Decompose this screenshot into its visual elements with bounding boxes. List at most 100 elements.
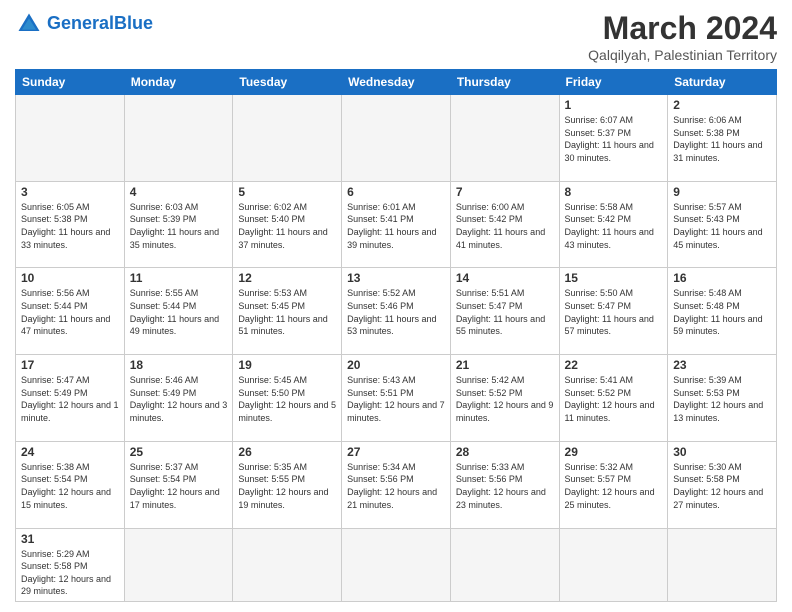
day-info: Sunrise: 6:01 AM Sunset: 5:41 PM Dayligh…: [347, 201, 445, 251]
day-number: 17: [21, 358, 119, 372]
day-number: 23: [673, 358, 771, 372]
calendar-cell: [450, 528, 559, 601]
calendar-cell: 29 Sunrise: 5:32 AM Sunset: 5:57 PM Dayli…: [559, 441, 668, 528]
calendar-cell: [668, 528, 777, 601]
calendar-cell: 26Sunrise: 5:35 AM Sunset: 5:55 PM Dayli…: [233, 441, 342, 528]
day-info: Sunrise: 5:30 AM Sunset: 5:58 PM Dayligh…: [673, 461, 771, 511]
day-number: 24: [21, 445, 119, 459]
day-number: 1: [565, 98, 663, 112]
calendar-cell: 24 Sunrise: 5:38 AM Sunset: 5:54 PM Dayli…: [16, 441, 125, 528]
day-info: Sunrise: 5:46 AM Sunset: 5:49 PM Dayligh…: [130, 374, 228, 424]
calendar-cell: 23 Sunrise: 5:39 AM Sunset: 5:53 PM Dayli…: [668, 355, 777, 442]
calendar-cell: [124, 528, 233, 601]
calendar-cell: 20 Sunrise: 5:43 AM Sunset: 5:51 PM Dayli…: [342, 355, 451, 442]
page: GeneralBlue March 2024 Qalqilyah, Palest…: [0, 0, 792, 612]
day-info: Sunrise: 5:33 AM Sunset: 5:56 PM Dayligh…: [456, 461, 554, 511]
calendar-cell: 14Sunrise: 5:51 AM Sunset: 5:47 PM Dayli…: [450, 268, 559, 355]
calendar-cell: 12Sunrise: 5:53 AM Sunset: 5:45 PM Dayli…: [233, 268, 342, 355]
col-header-saturday: Saturday: [668, 70, 777, 95]
day-info: Sunrise: 5:55 AM Sunset: 5:44 PM Dayligh…: [130, 287, 228, 337]
day-info: Sunrise: 5:34 AM Sunset: 5:56 PM Dayligh…: [347, 461, 445, 511]
day-number: 20: [347, 358, 445, 372]
day-info: Sunrise: 5:50 AM Sunset: 5:47 PM Dayligh…: [565, 287, 663, 337]
calendar-cell: 10 Sunrise: 5:56 AM Sunset: 5:44 PM Dayli…: [16, 268, 125, 355]
day-number: 9: [673, 185, 771, 199]
day-info: Sunrise: 5:48 AM Sunset: 5:48 PM Dayligh…: [673, 287, 771, 337]
day-number: 29: [565, 445, 663, 459]
day-info: Sunrise: 5:56 AM Sunset: 5:44 PM Dayligh…: [21, 287, 119, 337]
calendar-cell: 3Sunrise: 6:05 AM Sunset: 5:38 PM Daylig…: [16, 181, 125, 268]
day-info: Sunrise: 6:05 AM Sunset: 5:38 PM Dayligh…: [21, 201, 119, 251]
day-number: 27: [347, 445, 445, 459]
day-number: 26: [238, 445, 336, 459]
calendar-cell: [16, 95, 125, 182]
col-header-thursday: Thursday: [450, 70, 559, 95]
sub-title: Qalqilyah, Palestinian Territory: [588, 47, 777, 63]
logo: GeneralBlue: [15, 10, 153, 38]
calendar-table: SundayMondayTuesdayWednesdayThursdayFrid…: [15, 69, 777, 602]
day-info: Sunrise: 6:07 AM Sunset: 5:37 PM Dayligh…: [565, 114, 663, 164]
calendar-cell: 2Sunrise: 6:06 AM Sunset: 5:38 PM Daylig…: [668, 95, 777, 182]
col-header-wednesday: Wednesday: [342, 70, 451, 95]
calendar-cell: [342, 95, 451, 182]
calendar-cell: 13Sunrise: 5:52 AM Sunset: 5:46 PM Dayli…: [342, 268, 451, 355]
day-info: Sunrise: 6:02 AM Sunset: 5:40 PM Dayligh…: [238, 201, 336, 251]
day-info: Sunrise: 6:00 AM Sunset: 5:42 PM Dayligh…: [456, 201, 554, 251]
day-number: 8: [565, 185, 663, 199]
day-info: Sunrise: 5:37 AM Sunset: 5:54 PM Dayligh…: [130, 461, 228, 511]
day-info: Sunrise: 5:51 AM Sunset: 5:47 PM Dayligh…: [456, 287, 554, 337]
day-number: 16: [673, 271, 771, 285]
day-info: Sunrise: 5:38 AM Sunset: 5:54 PM Dayligh…: [21, 461, 119, 511]
day-number: 6: [347, 185, 445, 199]
calendar-cell: 7 Sunrise: 6:00 AM Sunset: 5:42 PM Daylig…: [450, 181, 559, 268]
title-block: March 2024 Qalqilyah, Palestinian Territ…: [588, 10, 777, 63]
day-info: Sunrise: 5:43 AM Sunset: 5:51 PM Dayligh…: [347, 374, 445, 424]
calendar-cell: [233, 95, 342, 182]
calendar-week-5: 31 Sunrise: 5:29 AM Sunset: 5:58 PM Dayli…: [16, 528, 777, 601]
day-number: 31: [21, 532, 119, 546]
day-number: 19: [238, 358, 336, 372]
calendar-cell: 25 Sunrise: 5:37 AM Sunset: 5:54 PM Dayli…: [124, 441, 233, 528]
calendar-cell: [559, 528, 668, 601]
day-info: Sunrise: 5:32 AM Sunset: 5:57 PM Dayligh…: [565, 461, 663, 511]
calendar-cell: 11 Sunrise: 5:55 AM Sunset: 5:44 PM Dayli…: [124, 268, 233, 355]
day-info: Sunrise: 5:52 AM Sunset: 5:46 PM Dayligh…: [347, 287, 445, 337]
day-number: 21: [456, 358, 554, 372]
calendar-cell: [342, 528, 451, 601]
calendar-header-row: SundayMondayTuesdayWednesdayThursdayFrid…: [16, 70, 777, 95]
calendar-cell: 18 Sunrise: 5:46 AM Sunset: 5:49 PM Dayli…: [124, 355, 233, 442]
calendar-week-1: 3Sunrise: 6:05 AM Sunset: 5:38 PM Daylig…: [16, 181, 777, 268]
calendar-cell: 6 Sunrise: 6:01 AM Sunset: 5:41 PM Daylig…: [342, 181, 451, 268]
day-number: 7: [456, 185, 554, 199]
day-info: Sunrise: 5:58 AM Sunset: 5:42 PM Dayligh…: [565, 201, 663, 251]
day-info: Sunrise: 5:29 AM Sunset: 5:58 PM Dayligh…: [21, 548, 119, 598]
calendar-cell: 30 Sunrise: 5:30 AM Sunset: 5:58 PM Dayli…: [668, 441, 777, 528]
day-info: Sunrise: 6:03 AM Sunset: 5:39 PM Dayligh…: [130, 201, 228, 251]
day-number: 11: [130, 271, 228, 285]
col-header-sunday: Sunday: [16, 70, 125, 95]
calendar-week-3: 17 Sunrise: 5:47 AM Sunset: 5:49 PM Dayli…: [16, 355, 777, 442]
calendar-week-0: 1 Sunrise: 6:07 AM Sunset: 5:37 PM Daylig…: [16, 95, 777, 182]
calendar-cell: [233, 528, 342, 601]
day-number: 12: [238, 271, 336, 285]
calendar-cell: 15 Sunrise: 5:50 AM Sunset: 5:47 PM Dayli…: [559, 268, 668, 355]
day-number: 4: [130, 185, 228, 199]
main-title: March 2024: [588, 10, 777, 47]
day-number: 15: [565, 271, 663, 285]
day-number: 5: [238, 185, 336, 199]
day-info: Sunrise: 5:47 AM Sunset: 5:49 PM Dayligh…: [21, 374, 119, 424]
calendar-cell: 17 Sunrise: 5:47 AM Sunset: 5:49 PM Dayli…: [16, 355, 125, 442]
day-number: 22: [565, 358, 663, 372]
calendar-cell: 4 Sunrise: 6:03 AM Sunset: 5:39 PM Daylig…: [124, 181, 233, 268]
day-info: Sunrise: 5:39 AM Sunset: 5:53 PM Dayligh…: [673, 374, 771, 424]
day-number: 25: [130, 445, 228, 459]
calendar-cell: 27 Sunrise: 5:34 AM Sunset: 5:56 PM Dayli…: [342, 441, 451, 528]
day-info: Sunrise: 5:42 AM Sunset: 5:52 PM Dayligh…: [456, 374, 554, 424]
col-header-tuesday: Tuesday: [233, 70, 342, 95]
day-number: 10: [21, 271, 119, 285]
day-number: 18: [130, 358, 228, 372]
calendar-cell: 28Sunrise: 5:33 AM Sunset: 5:56 PM Dayli…: [450, 441, 559, 528]
day-number: 2: [673, 98, 771, 112]
day-number: 30: [673, 445, 771, 459]
logo-icon: [15, 10, 43, 38]
